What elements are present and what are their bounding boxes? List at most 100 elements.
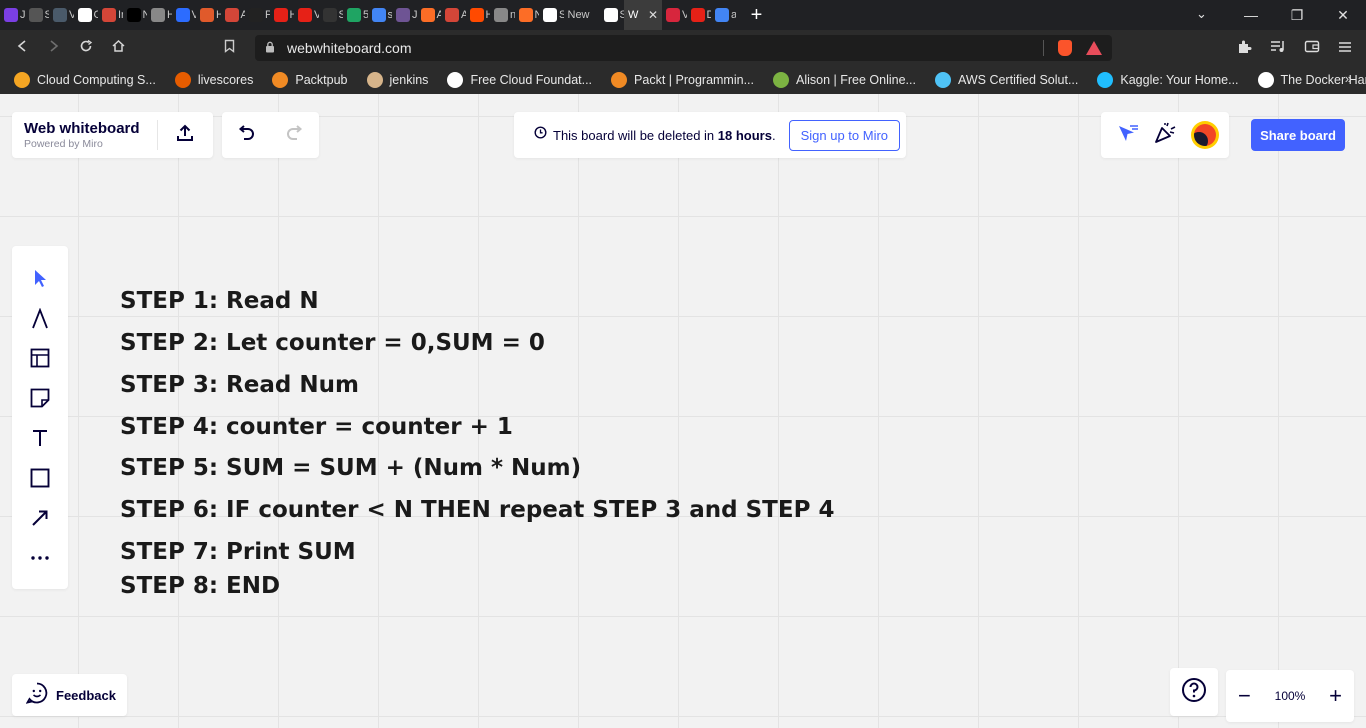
minimize-button[interactable]: —	[1228, 7, 1274, 23]
playlist-icon[interactable]	[1270, 39, 1286, 57]
bookmark-item[interactable]: Packt | Programmin...	[611, 72, 754, 88]
bookmark-label: Alison | Free Online...	[796, 73, 916, 87]
tab-strip: JSVGIrNHVHAPHVS5sJAAHnNSNewS W ✕ VDa + ⌄…	[0, 0, 1366, 30]
browser-toolbar: webwhiteboard.com	[0, 30, 1366, 66]
browser-tab[interactable]: S	[539, 0, 564, 30]
browser-tab[interactable]: H	[466, 0, 490, 30]
bookmark-item[interactable]: Cloud Computing S...	[14, 72, 156, 88]
step-text[interactable]: STEP 4: counter = counter + 1	[120, 414, 513, 440]
bookmark-favicon-icon	[611, 72, 628, 88]
pen-icon[interactable]	[30, 307, 50, 329]
browser-tab[interactable]: Ir	[98, 0, 123, 30]
notice-suffix: .	[771, 127, 776, 143]
browser-tab[interactable]: V	[172, 0, 196, 30]
celebrate-icon[interactable]	[1153, 122, 1177, 149]
upload-icon[interactable]	[158, 123, 213, 148]
sticky-note-icon[interactable]	[30, 388, 50, 408]
browser-tab[interactable]: J	[392, 0, 417, 30]
zoom-in-button[interactable]: +	[1329, 685, 1342, 707]
step-text[interactable]: STEP 7: Print SUM	[120, 539, 356, 565]
bookmark-favicon-icon	[174, 72, 191, 88]
redo-icon[interactable]	[285, 124, 305, 146]
url-text: webwhiteboard.com	[287, 40, 412, 56]
brave-rewards-icon[interactable]	[1086, 41, 1102, 55]
wallet-icon[interactable]	[1304, 39, 1320, 57]
tab-label: a	[731, 9, 736, 21]
sign-up-button[interactable]: Sign up to Miro	[788, 119, 901, 151]
close-window-button[interactable]: ✕	[1320, 7, 1366, 24]
bookmark-favicon-icon	[1097, 72, 1114, 88]
browser-tab[interactable]: J	[0, 0, 25, 30]
new-tab-button[interactable]: +	[742, 4, 772, 27]
browser-tab[interactable]: S	[600, 0, 624, 30]
avatar[interactable]	[1191, 121, 1219, 149]
bookmark-item[interactable]: AWS Certified Solut...	[934, 72, 1078, 88]
bookmark-label: The Docker Handb...	[1280, 73, 1366, 87]
bookmark-page-icon[interactable]	[224, 39, 235, 56]
more-icon[interactable]	[30, 548, 50, 568]
forward-icon[interactable]	[38, 39, 70, 58]
browser-tab[interactable]: S	[25, 0, 49, 30]
bookmark-item[interactable]: Kaggle: Your Home...	[1097, 72, 1239, 88]
text-icon[interactable]	[30, 428, 50, 448]
brave-shields-icon[interactable]	[1058, 40, 1072, 56]
tab-favicon-icon	[347, 8, 361, 22]
back-icon[interactable]	[6, 39, 38, 58]
feedback-button[interactable]: Feedback	[12, 674, 127, 716]
browser-tab[interactable]: H	[196, 0, 221, 30]
bookmark-item[interactable]: livescores	[174, 72, 253, 88]
bookmark-item[interactable]: Alison | Free Online...	[773, 72, 916, 88]
browser-tab[interactable]: 5	[343, 0, 368, 30]
whiteboard-canvas[interactable]: Web whiteboard Powered by Miro This boar…	[0, 94, 1366, 728]
browser-tab[interactable]: n	[490, 0, 515, 30]
browser-tab[interactable]: H	[270, 0, 294, 30]
bookmark-item[interactable]: Packtpub	[272, 72, 348, 88]
more-bookmarks-icon[interactable]: »	[1345, 71, 1352, 86]
bookmark-item[interactable]: Free Cloud Foundat...	[447, 72, 592, 88]
arrow-icon[interactable]	[30, 508, 50, 528]
shape-icon[interactable]	[30, 468, 50, 488]
help-button[interactable]	[1170, 668, 1218, 716]
browser-tab[interactable]: P	[245, 0, 270, 30]
tab-favicon-icon	[420, 8, 435, 22]
cursor-filter-icon[interactable]	[1117, 123, 1139, 148]
browser-tab[interactable]: V	[294, 0, 319, 30]
reload-icon[interactable]	[70, 39, 102, 58]
step-text[interactable]: STEP 2: Let counter = 0,SUM = 0	[120, 330, 545, 356]
zoom-level[interactable]: 100%	[1275, 689, 1306, 703]
browser-tab[interactable]: V	[49, 0, 74, 30]
undo-icon[interactable]	[236, 124, 256, 146]
address-bar[interactable]: webwhiteboard.com	[255, 35, 1112, 61]
browser-tab[interactable]: N	[123, 0, 147, 30]
browser-tab[interactable]: New	[564, 0, 600, 30]
browser-tab[interactable]: N	[515, 0, 539, 30]
home-icon[interactable]	[102, 39, 134, 58]
browser-tab[interactable]: A	[417, 0, 441, 30]
close-tab-icon[interactable]: ✕	[648, 8, 658, 22]
zoom-out-button[interactable]: −	[1238, 685, 1251, 707]
browser-tab[interactable]: s	[368, 0, 392, 30]
step-text[interactable]: STEP 3: Read Num	[120, 372, 359, 398]
select-icon[interactable]	[30, 268, 50, 288]
menu-icon[interactable]	[1338, 40, 1352, 57]
browser-tab[interactable]: G	[74, 0, 98, 30]
frame-icon[interactable]	[30, 348, 50, 368]
step-text[interactable]: STEP 8: END	[120, 573, 280, 599]
browser-tab[interactable]: S	[319, 0, 343, 30]
browser-tab[interactable]: A	[221, 0, 245, 30]
step-text[interactable]: STEP 6: IF counter < N THEN repeat STEP …	[120, 497, 834, 523]
step-text[interactable]: STEP 1: Read N	[120, 288, 319, 314]
extensions-icon[interactable]	[1237, 39, 1252, 58]
browser-tab[interactable]: A	[441, 0, 466, 30]
tab-search-icon[interactable]: ⌄	[1196, 6, 1207, 22]
browser-tab[interactable]: H	[147, 0, 172, 30]
bookmark-item[interactable]: jenkins	[366, 72, 428, 88]
step-text[interactable]: STEP 5: SUM = SUM + (Num * Num)	[120, 455, 581, 481]
browser-tab[interactable]: D	[687, 0, 711, 30]
browser-tab[interactable]: V	[662, 0, 687, 30]
maximize-button[interactable]: ❐	[1274, 7, 1320, 24]
browser-tab[interactable]: a	[711, 0, 736, 30]
history-panel	[222, 112, 319, 158]
active-tab[interactable]: W ✕	[624, 0, 662, 30]
share-board-button[interactable]: Share board	[1251, 119, 1345, 151]
